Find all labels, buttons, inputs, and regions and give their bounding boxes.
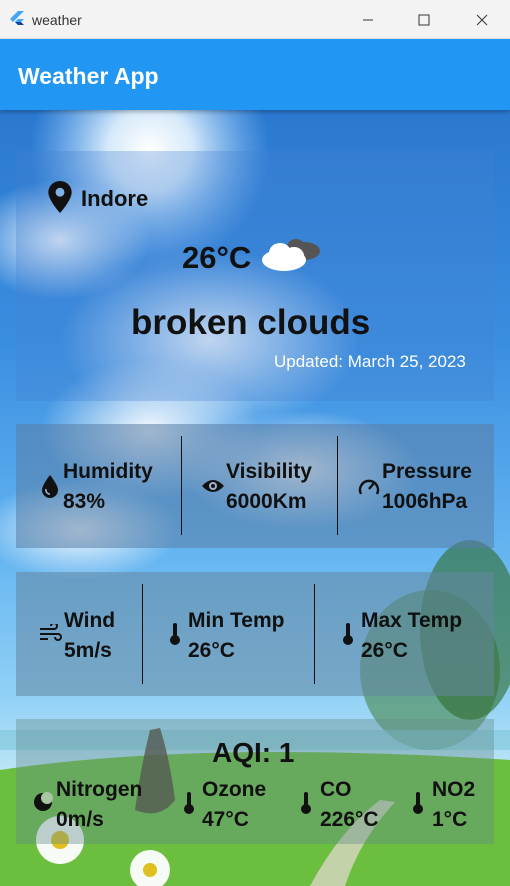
min-temp-value: 26°C bbox=[188, 639, 235, 662]
no2-value: 1°C bbox=[432, 808, 468, 831]
thermometer-icon bbox=[413, 792, 423, 814]
flutter-logo-icon bbox=[10, 11, 24, 25]
minimize-button[interactable] bbox=[345, 0, 391, 39]
aqi-title: AQI: 1 bbox=[212, 737, 295, 768]
humidity-label: Humidity bbox=[63, 460, 153, 483]
thermometer-icon bbox=[301, 792, 311, 814]
ozone-label: Ozone bbox=[202, 778, 267, 801]
no2-label: NO2 bbox=[432, 778, 476, 801]
current-temperature: 26°C bbox=[182, 240, 252, 275]
nitrogen-value: 0m/s bbox=[56, 808, 104, 831]
maximize-button[interactable] bbox=[401, 0, 447, 39]
max-temp-value: 26°C bbox=[361, 639, 408, 662]
maximize-icon bbox=[418, 14, 430, 25]
visibility-label: Visibility bbox=[226, 460, 312, 483]
thermometer-icon bbox=[184, 792, 194, 814]
wind-icon bbox=[40, 624, 62, 641]
metrics-card-1 bbox=[16, 424, 494, 548]
location-name: Indore bbox=[81, 186, 149, 211]
humidity-value: 83% bbox=[63, 490, 106, 513]
nitrogen-label: Nitrogen bbox=[56, 778, 143, 801]
min-temp-label: Min Temp bbox=[188, 609, 285, 632]
minimize-icon bbox=[363, 19, 373, 20]
ozone-value: 47°C bbox=[202, 808, 249, 831]
co-value: 226°C bbox=[320, 808, 379, 831]
visibility-value: 6000Km bbox=[226, 490, 307, 513]
thermometer-icon bbox=[170, 623, 180, 645]
wind-label: Wind bbox=[64, 609, 116, 632]
pressure-label: Pressure bbox=[382, 460, 472, 483]
eye-icon bbox=[202, 480, 224, 492]
divider bbox=[142, 584, 143, 684]
app-bar: Weather App bbox=[0, 39, 510, 110]
co-label: CO bbox=[320, 778, 352, 801]
updated-date: Updated: March 25, 2023 bbox=[274, 352, 466, 371]
speedometer-icon bbox=[358, 479, 380, 495]
thermometer-icon bbox=[343, 623, 353, 645]
close-icon bbox=[476, 14, 488, 25]
window-title-bar: weather bbox=[0, 0, 510, 39]
metrics-card-2 bbox=[16, 572, 494, 696]
pressure-value: 1006hPa bbox=[382, 490, 468, 513]
max-temp-label: Max Temp bbox=[361, 609, 463, 632]
location-pin-icon bbox=[48, 181, 72, 213]
divider bbox=[314, 584, 315, 684]
close-button[interactable] bbox=[459, 0, 505, 39]
weather-description: broken clouds bbox=[131, 303, 371, 342]
window-title: weather bbox=[32, 12, 82, 28]
wind-value: 5m/s bbox=[64, 639, 112, 662]
divider bbox=[181, 436, 182, 535]
water-drop-icon bbox=[42, 475, 58, 498]
divider bbox=[337, 436, 338, 535]
broken-clouds-icon bbox=[262, 239, 320, 271]
moon-icon bbox=[34, 792, 53, 811]
app-title: Weather App bbox=[18, 63, 159, 89]
